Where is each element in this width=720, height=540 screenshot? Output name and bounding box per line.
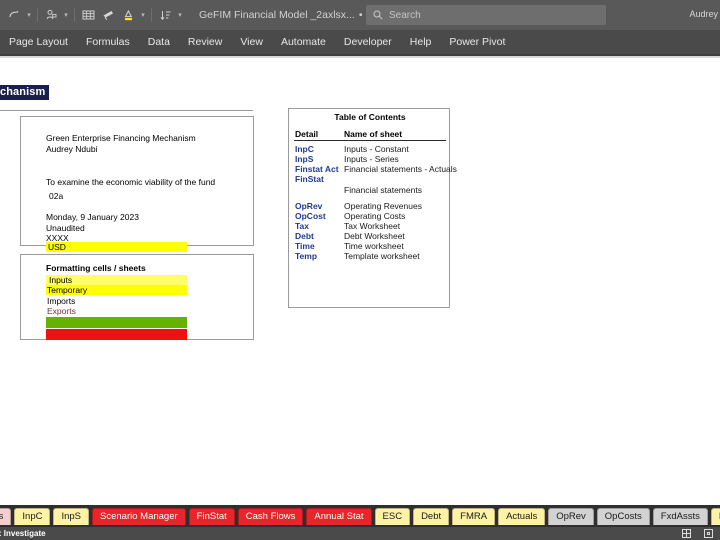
search-placeholder: Search bbox=[389, 9, 421, 21]
view-switcher bbox=[681, 528, 714, 539]
toc-code-inpc[interactable]: InpC bbox=[295, 144, 314, 154]
legend-item-temporary: Temporary bbox=[46, 285, 187, 295]
formatting-legend-heading: Formatting cells / sheets bbox=[46, 263, 146, 273]
toc-code-finstat-act[interactable]: Finstat Act bbox=[295, 164, 339, 174]
ribbon-tab-power-pivot[interactable]: Power Pivot bbox=[440, 30, 514, 54]
table-of-contents-panel: Table of Contents Detail Name of sheet I… bbox=[288, 108, 457, 308]
toc-code-temp[interactable]: Temp bbox=[295, 251, 317, 261]
legend-item-inputs: Inputs bbox=[46, 275, 187, 285]
cover-version: 02a bbox=[49, 191, 64, 201]
worksheet-canvas[interactable]: chanism Green Enterprise Financing Mecha… bbox=[0, 58, 720, 505]
table-grid-icon[interactable] bbox=[78, 4, 98, 26]
cover-purpose: To examine the economic viability of the… bbox=[46, 177, 216, 187]
legend-item-exports: Exports bbox=[47, 306, 76, 316]
ribbon-tab-help[interactable]: Help bbox=[401, 30, 441, 54]
qat-separator-2 bbox=[74, 8, 75, 22]
legend-item-imports: Imports bbox=[47, 296, 76, 306]
qat-more-icon[interactable]: ▾ bbox=[175, 4, 185, 26]
toc-code-time[interactable]: Time bbox=[295, 241, 315, 251]
cover-title: Green Enterprise Financing Mechanism bbox=[46, 133, 196, 143]
header-rule bbox=[0, 110, 253, 111]
cover-date: Monday, 9 January 2023 bbox=[46, 212, 139, 222]
sheet-tab-finstat[interactable]: FinStat bbox=[188, 507, 235, 525]
toc-header-name: Name of sheet bbox=[344, 129, 403, 139]
sheet-tab-annual-stat[interactable]: Annual Stat bbox=[306, 507, 372, 525]
toc-desc-inps: Inputs - Series bbox=[344, 154, 399, 164]
toc-header-rule bbox=[294, 140, 446, 141]
qat-separator-1 bbox=[37, 8, 38, 22]
toc-desc-tax: Tax Worksheet bbox=[344, 221, 401, 231]
ribbon-tab-review[interactable]: Review bbox=[179, 30, 231, 54]
person-lock-icon[interactable] bbox=[41, 4, 61, 26]
toc-desc-finstat: Financial statements bbox=[344, 185, 422, 195]
toc-code-tax[interactable]: Tax bbox=[295, 221, 309, 231]
ribbon-tab-page-layout[interactable]: Page Layout bbox=[0, 30, 77, 54]
red-bar bbox=[46, 329, 187, 340]
ribbon-tab-formulas[interactable]: Formulas bbox=[77, 30, 139, 54]
cover-info-panel: Green Enterprise Financing Mechanism Aud… bbox=[20, 116, 254, 252]
toc-code-opcost[interactable]: OpCost bbox=[295, 211, 326, 221]
status-message: g: Investigate bbox=[0, 529, 46, 538]
sheet-tab-inps[interactable]: InpS bbox=[53, 507, 90, 525]
toc-desc-debt: Debt Worksheet bbox=[344, 231, 405, 241]
toc-desc-time: Time worksheet bbox=[344, 241, 404, 251]
redo-dropdown-icon[interactable]: ▾ bbox=[24, 4, 34, 26]
user-account-label[interactable]: Audrey bbox=[689, 9, 718, 19]
sheet-tab-oprev[interactable]: OpRev bbox=[548, 507, 594, 525]
toc-desc-oprev: Operating Revenues bbox=[344, 201, 422, 211]
fill-color-dropdown-icon[interactable]: ▾ bbox=[138, 4, 148, 26]
sheet-tab-bar[interactable]: ts InpC InpS Scenario Manager FinStat Ca… bbox=[0, 505, 720, 527]
normal-view-icon[interactable] bbox=[681, 528, 692, 539]
sheet-tab-fmra[interactable]: FMRA bbox=[452, 507, 496, 525]
sheet-tab-scenario-manager[interactable]: Scenario Manager bbox=[92, 507, 186, 525]
ribbon-tab-developer[interactable]: Developer bbox=[335, 30, 401, 54]
sheet-tab-partial-left[interactable]: ts bbox=[0, 507, 12, 525]
qat-separator-3 bbox=[151, 8, 152, 22]
toc-code-debt[interactable]: Debt bbox=[295, 231, 314, 241]
redo-icon[interactable] bbox=[4, 4, 24, 26]
formatting-legend-panel: Formatting cells / sheets Inputs Tempora… bbox=[20, 254, 254, 340]
toc-desc-opcost: Operating Costs bbox=[344, 211, 406, 221]
cover-currency: USD bbox=[46, 242, 187, 252]
status-bar: g: Investigate bbox=[0, 527, 720, 540]
toc-desc-finstat-act: Financial statements - Actuals bbox=[344, 164, 457, 174]
workbook-name: GeFIM Financial Model _2axlsx... bbox=[199, 9, 355, 21]
toc-code-oprev[interactable]: OpRev bbox=[295, 201, 322, 211]
toc-desc-inpc: Inputs - Constant bbox=[344, 144, 409, 154]
person-lock-dropdown-icon[interactable]: ▾ bbox=[61, 4, 71, 26]
toc-header-detail: Detail bbox=[295, 129, 319, 139]
sheet-tab-opcosts[interactable]: OpCosts bbox=[596, 507, 650, 525]
page-layout-view-icon[interactable] bbox=[703, 528, 714, 539]
ribbon-tab-automate[interactable]: Automate bbox=[272, 30, 335, 54]
cover-author: Audrey Ndubi bbox=[46, 144, 98, 154]
sort-filter-icon[interactable] bbox=[155, 4, 175, 26]
cover-audit-status: Unaudited bbox=[46, 223, 85, 233]
sheet-tab-cash-flows[interactable]: Cash Flows bbox=[237, 507, 304, 525]
toc-code-finstat[interactable]: FinStat bbox=[295, 174, 324, 184]
ribbon-tab-view[interactable]: View bbox=[231, 30, 272, 54]
title-bar: ▾ ▾ ▾ ▾ GeFIM Financial Model _2axlsx...… bbox=[0, 0, 720, 30]
sheet-tab-equity[interactable]: Equity bbox=[710, 507, 720, 525]
toc-title: Table of Contents bbox=[334, 112, 406, 122]
ribbon-tab-data[interactable]: Data bbox=[139, 30, 179, 54]
format-painter-icon[interactable] bbox=[98, 4, 118, 26]
fill-color-icon[interactable] bbox=[118, 4, 138, 26]
search-icon bbox=[373, 10, 383, 20]
search-box[interactable]: Search bbox=[366, 5, 606, 25]
sheet-tab-fxdassts[interactable]: FxdAssts bbox=[652, 507, 708, 525]
sheet-tab-debt[interactable]: Debt bbox=[413, 507, 450, 525]
green-bar bbox=[46, 317, 187, 328]
sheet-tab-esc[interactable]: ESC bbox=[374, 507, 411, 525]
toc-desc-temp: Template worksheet bbox=[344, 251, 420, 261]
selected-cell-text[interactable]: chanism bbox=[0, 85, 50, 100]
sheet-tab-inpc[interactable]: InpC bbox=[14, 507, 51, 525]
quick-access-toolbar: ▾ ▾ ▾ ▾ bbox=[0, 0, 185, 30]
toc-code-inps[interactable]: InpS bbox=[295, 154, 313, 164]
sheet-tab-actuals[interactable]: Actuals bbox=[498, 507, 546, 525]
ribbon-tab-bar: Page Layout Formulas Data Review View Au… bbox=[0, 30, 720, 54]
